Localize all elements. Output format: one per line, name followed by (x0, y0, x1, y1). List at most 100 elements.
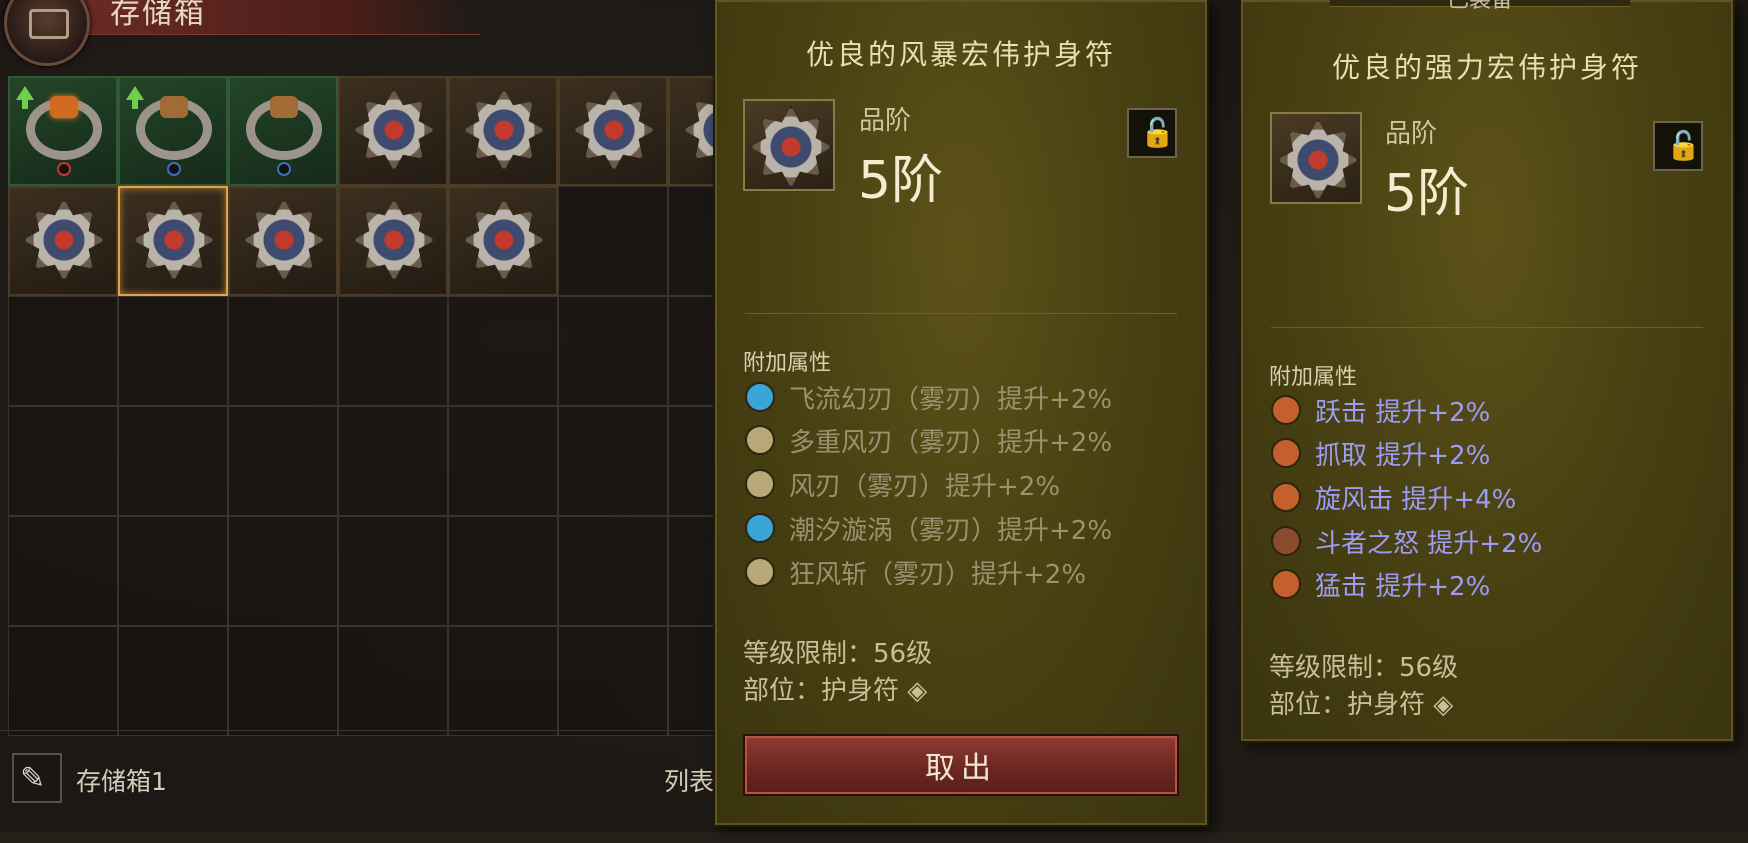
grid-slot-empty[interactable] (558, 516, 668, 626)
lock-toggle-button[interactable]: 🔓 (1653, 121, 1703, 171)
grid-slot-amulet[interactable] (448, 76, 558, 186)
grid-slot-empty[interactable] (558, 626, 668, 736)
grid-slot-empty[interactable] (118, 406, 228, 516)
grid-slot-empty[interactable] (558, 296, 668, 406)
grid-slot-ring-3[interactable] (228, 76, 338, 186)
grid-slot-empty[interactable] (448, 516, 558, 626)
grid-slot-amulet[interactable] (338, 186, 448, 296)
skill-icon (1271, 482, 1301, 512)
amulet-icon (463, 199, 545, 281)
divider (745, 313, 1177, 314)
affix-row: 跃击 提升+2% (1271, 390, 1490, 430)
amulet-icon (750, 106, 832, 188)
unlock-icon: 🔓 (1140, 116, 1175, 149)
grid-slot-ring-2[interactable] (118, 76, 228, 186)
socket-blue-icon (277, 162, 291, 176)
grid-slot-empty[interactable] (228, 406, 338, 516)
item-name: 优良的强力宏伟护身符 (1331, 51, 1642, 84)
rank-value: 5阶 (858, 151, 944, 211)
grid-slot-empty[interactable] (8, 516, 118, 626)
skill-icon (745, 382, 775, 412)
grid-slot-amulet[interactable] (338, 76, 448, 186)
grid-slot-empty[interactable] (228, 516, 338, 626)
skill-icon (745, 425, 775, 455)
grid-slot-empty[interactable] (338, 406, 448, 516)
grid-slot-empty[interactable] (338, 296, 448, 406)
rank-value: 5阶 (1384, 164, 1470, 224)
lock-toggle-button[interactable]: 🔓 (1127, 108, 1177, 158)
grid-slot-amulet[interactable] (558, 76, 668, 186)
level-requirement: 等级限制：56级 (1269, 653, 1459, 683)
grid-slot-empty[interactable] (448, 296, 558, 406)
grid-slot-empty[interactable] (118, 296, 228, 406)
affix-row: 风刃（雾刃）提升+2% (745, 464, 1060, 504)
item-slot: 部位：护身符 ◈ (743, 676, 928, 706)
item-slot: 部位：护身符 ◈ (1269, 690, 1454, 720)
storage-title: 存储箱 (110, 0, 206, 31)
grid-slot-empty[interactable] (228, 626, 338, 736)
level-requirement: 等级限制：56级 (743, 639, 933, 669)
skill-icon (1271, 569, 1301, 599)
socket-red-icon (57, 162, 71, 176)
affix-row: 飞流幻刃（雾刃）提升+2% (745, 377, 1112, 417)
storage-grid (8, 76, 778, 736)
grid-slot-empty[interactable] (448, 626, 558, 736)
grid-slot-amulet[interactable] (228, 186, 338, 296)
rank-label: 品阶 (1385, 119, 1438, 149)
amulet-icon (353, 89, 435, 171)
affix-row: 猛击 提升+2% (1271, 564, 1490, 604)
equipped-tag: 已装备 (1330, 0, 1630, 13)
grid-slot-ring-1[interactable] (8, 76, 118, 186)
socket-blue-icon (167, 162, 181, 176)
storage-tab-button[interactable]: ✎ (12, 753, 62, 803)
grid-slot-empty[interactable] (118, 516, 228, 626)
grid-slot-amulet[interactable] (448, 186, 558, 296)
item-name: 优良的风暴宏伟护身符 (805, 38, 1116, 71)
upgrade-arrow-icon (16, 86, 34, 109)
amulet-icon (133, 199, 215, 281)
grid-slot-empty[interactable] (558, 186, 668, 296)
bottom-strip (0, 832, 1748, 843)
unlock-icon: 🔓 (1666, 129, 1701, 162)
feather-icon: ✎ (20, 761, 46, 796)
amulet-icon (573, 89, 655, 171)
grid-slot-amulet[interactable] (8, 186, 118, 296)
amulet-icon (243, 199, 325, 281)
footer-divider (0, 730, 720, 731)
ring-gem (270, 96, 298, 118)
grid-slot-amulet-selected[interactable] (118, 186, 228, 296)
affix-title: 附加属性 (743, 351, 832, 376)
amulet-icon (23, 199, 105, 281)
amulet-icon (353, 199, 435, 281)
ring-gem (50, 96, 78, 118)
grid-slot-empty[interactable] (118, 626, 228, 736)
item-icon-frame (743, 99, 835, 191)
affix-row: 抓取 提升+2% (1271, 433, 1490, 473)
divider (1271, 327, 1703, 328)
grid-slot-empty[interactable] (338, 516, 448, 626)
grid-slot-empty[interactable] (8, 626, 118, 736)
ring-gem (160, 96, 188, 118)
grid-slot-empty[interactable] (448, 406, 558, 516)
skill-icon (1271, 438, 1301, 468)
affix-row: 多重风刃（雾刃）提升+2% (745, 420, 1112, 460)
grid-slot-empty[interactable] (8, 406, 118, 516)
amulet-icon (1277, 119, 1359, 201)
rank-label: 品阶 (859, 106, 912, 136)
storage-tab-label: 存储箱1 (76, 767, 167, 796)
grid-slot-empty[interactable] (228, 296, 338, 406)
affix-row: 旋风击 提升+4% (1271, 477, 1516, 517)
amulet-slot-icon: ◈ (907, 676, 928, 706)
grid-slot-empty[interactable] (338, 626, 448, 736)
grid-slot-empty[interactable] (558, 406, 668, 516)
affix-row: 狂风斩（雾刃）提升+2% (745, 552, 1086, 592)
skill-icon (745, 513, 775, 543)
list-view-label[interactable]: 列表 (664, 762, 714, 798)
grid-slot-empty[interactable] (8, 296, 118, 406)
skill-icon (1271, 395, 1301, 425)
affix-row: 斗者之怒 提升+2% (1271, 521, 1542, 561)
amulet-icon (463, 89, 545, 171)
amulet-slot-icon: ◈ (1433, 690, 1454, 720)
skill-icon (745, 469, 775, 499)
take-out-button[interactable]: 取出 (745, 736, 1177, 794)
